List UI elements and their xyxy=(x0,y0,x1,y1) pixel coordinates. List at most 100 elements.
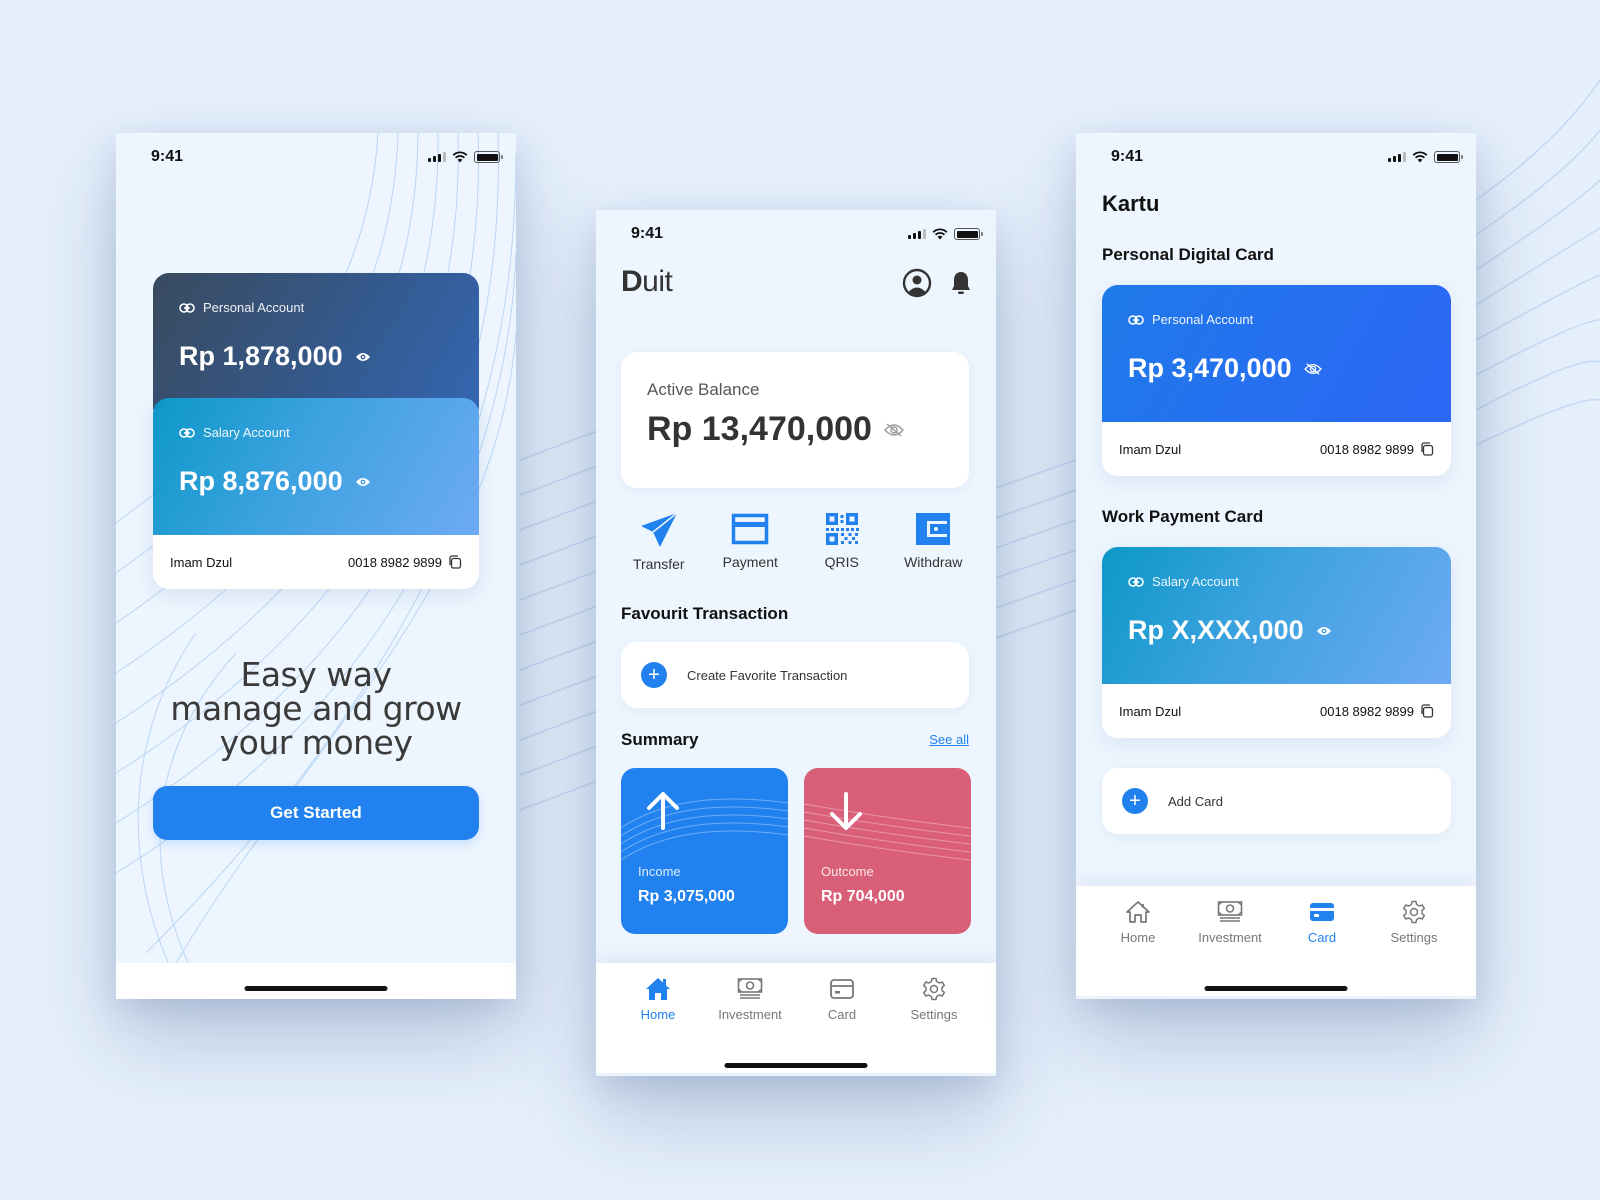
tab-label: Home xyxy=(1120,930,1156,945)
add-card-button[interactable]: + Add Card xyxy=(1102,768,1451,834)
bell-icon[interactable] xyxy=(950,270,972,296)
tab-label: Home xyxy=(640,1007,676,1022)
income-label: Income xyxy=(638,864,681,879)
tab-settings[interactable]: Settings xyxy=(1369,900,1459,945)
account-balance: Rp 3,470,000 xyxy=(1128,353,1292,383)
money-icon xyxy=(737,978,763,999)
account-balance: Rp 1,878,000 xyxy=(179,341,343,371)
onboarding-screen: 9:41 Personal Account Rp 1,878,000 Salar… xyxy=(116,133,516,999)
link-icon xyxy=(179,302,195,313)
tab-card[interactable]: Card xyxy=(1277,900,1367,945)
summary-title: Summary xyxy=(621,730,699,749)
tab-label: Settings xyxy=(910,1007,958,1022)
headline-line: your money xyxy=(219,723,413,762)
gear-icon xyxy=(922,977,946,1001)
app-logo: Duit xyxy=(621,265,673,299)
tab-investment[interactable]: Investment xyxy=(705,977,795,1022)
tab-label: Card xyxy=(827,1007,857,1022)
action-withdraw[interactable]: Withdraw xyxy=(888,512,980,572)
home-icon xyxy=(1126,901,1150,923)
work-payment-card[interactable]: Salary Account Rp X,XXX,000 Imam Dzul 00… xyxy=(1102,547,1451,738)
headline-line: Easy way xyxy=(240,655,392,694)
personal-digital-card[interactable]: Personal Account Rp 3,470,000 Imam Dzul … xyxy=(1102,285,1451,476)
tab-label: Investment xyxy=(1198,930,1262,945)
action-label: Transfer xyxy=(632,556,685,572)
signal-icon xyxy=(428,152,446,162)
eye-off-icon[interactable] xyxy=(1303,362,1322,376)
status-time: 9:41 xyxy=(631,225,664,242)
balance-amount: Rp 13,470,000 xyxy=(647,410,872,448)
copy-icon[interactable] xyxy=(448,555,462,569)
wallet-icon xyxy=(916,513,951,545)
account-label: Salary Account xyxy=(1152,574,1239,589)
status-time: 9:41 xyxy=(151,148,184,165)
salary-account-card[interactable]: Salary Account Rp 8,876,000 Imam Dzul 00… xyxy=(153,398,479,589)
section-title: Personal Digital Card xyxy=(1102,245,1274,264)
tab-label: Investment xyxy=(718,1007,782,1022)
eye-off-icon[interactable] xyxy=(883,422,904,438)
section-title: Work Payment Card xyxy=(1102,507,1264,526)
eye-icon[interactable] xyxy=(355,351,371,363)
account-label: Personal Account xyxy=(203,300,305,315)
battery-icon xyxy=(1434,151,1463,163)
card-icon xyxy=(1310,903,1334,921)
tab-settings[interactable]: Settings xyxy=(889,977,979,1022)
card-holder: Imam Dzul xyxy=(170,554,233,570)
see-all-link[interactable]: See all xyxy=(929,732,969,747)
outcome-card[interactable]: Outcome Rp 704,000 xyxy=(804,768,971,934)
account-number: 0018 8982 9899 xyxy=(1320,703,1414,719)
home-indicator xyxy=(1204,986,1348,991)
action-qris[interactable]: QRIS xyxy=(796,512,888,572)
tab-card[interactable]: Card xyxy=(797,977,887,1022)
qr-code-icon xyxy=(825,513,859,545)
status-time: 9:41 xyxy=(1111,148,1144,165)
bottom-tab-bar: Home Investment Card Settings xyxy=(1076,886,1476,996)
eye-icon[interactable] xyxy=(1316,625,1332,637)
account-number: 0018 8982 9899 xyxy=(1320,441,1414,457)
plus-icon: + xyxy=(641,662,667,688)
tab-label: Settings xyxy=(1390,930,1438,945)
account-balance: Rp X,XXX,000 xyxy=(1128,615,1304,645)
outcome-label: Outcome xyxy=(821,864,874,879)
copy-icon[interactable] xyxy=(1420,442,1434,456)
get-started-button[interactable]: Get Started xyxy=(153,786,479,840)
quick-actions: Transfer Payment QRIS Withdraw xyxy=(613,512,979,572)
income-card[interactable]: Income Rp 3,075,000 xyxy=(621,768,788,934)
outcome-amount: Rp 704,000 xyxy=(821,888,905,905)
headline-line: manage and grow xyxy=(170,689,462,728)
link-icon xyxy=(1128,314,1144,325)
money-icon xyxy=(1217,901,1243,922)
wifi-icon xyxy=(932,228,948,240)
signal-icon xyxy=(1388,152,1406,162)
paper-plane-icon xyxy=(640,512,678,547)
card-holder: Imam Dzul xyxy=(1119,703,1182,719)
tab-home[interactable]: Home xyxy=(1093,900,1183,945)
wifi-icon xyxy=(452,151,468,163)
eye-icon[interactable] xyxy=(355,476,371,488)
active-balance-card: Active Balance Rp 13,470,000 xyxy=(621,352,969,488)
tab-home[interactable]: Home xyxy=(613,977,703,1022)
account-label: Salary Account xyxy=(203,425,290,440)
arrow-down-icon xyxy=(830,792,862,830)
copy-icon[interactable] xyxy=(1420,704,1434,718)
action-payment[interactable]: Payment xyxy=(705,512,797,572)
action-transfer[interactable]: Transfer xyxy=(613,512,705,572)
logo-text: uit xyxy=(642,265,673,298)
tab-label: Card xyxy=(1307,930,1337,945)
bottom-tab-bar: Home Investment Card Settings xyxy=(596,963,996,1073)
card-icon xyxy=(830,979,854,999)
profile-icon[interactable] xyxy=(902,268,932,298)
arrow-up-icon xyxy=(647,792,679,830)
home-indicator-area xyxy=(116,963,516,999)
battery-icon xyxy=(954,228,983,240)
card-holder: Imam Dzul xyxy=(1119,441,1182,457)
status-bar: 9:41 xyxy=(1076,133,1476,183)
home-indicator xyxy=(724,1063,868,1068)
tab-investment[interactable]: Investment xyxy=(1185,900,1275,945)
add-card-label: Add Card xyxy=(1168,793,1223,809)
account-label: Personal Account xyxy=(1152,312,1254,327)
create-favorite-button[interactable]: + Create Favorite Transaction xyxy=(621,642,969,708)
gear-icon xyxy=(1402,900,1426,924)
plus-icon: + xyxy=(1122,788,1148,814)
create-favorite-label: Create Favorite Transaction xyxy=(687,667,848,683)
